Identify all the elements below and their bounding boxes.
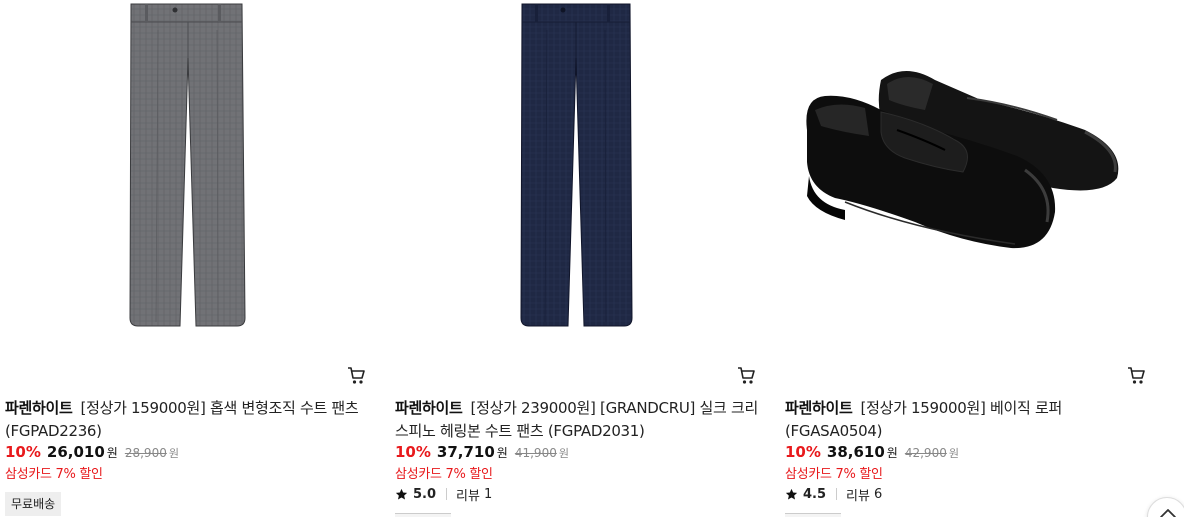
- star-icon: [395, 488, 408, 500]
- grey-suit-pants-image: [129, 3, 246, 327]
- rating-score: 4.5: [803, 486, 827, 502]
- brand-name: 파렌하이트: [785, 399, 853, 417]
- divider: [446, 488, 448, 500]
- original-price-unit: 원: [558, 447, 569, 460]
- review-count: 1: [483, 486, 493, 502]
- original-price: 41,900: [514, 446, 557, 460]
- product-image[interactable]: [5, 0, 375, 345]
- product-card[interactable]: 파렌하이트 [정상가 159000원] 홉색 변형조직 수트 팬츠 (FGPAD2…: [5, 0, 375, 517]
- discount-rate: 10%: [395, 443, 431, 461]
- review-label: 리뷰: [846, 488, 870, 504]
- cart-button[interactable]: [735, 364, 757, 386]
- sale-price: 37,710: [436, 443, 495, 461]
- review-count: 6: [873, 486, 883, 502]
- price-unit: 원: [886, 446, 898, 460]
- black-loafers-image: [806, 71, 1119, 249]
- rating-row: 4.5 리뷰 6: [785, 485, 883, 504]
- discount-rate: 10%: [5, 443, 41, 461]
- badge-peek: [395, 513, 451, 517]
- divider: [836, 488, 838, 500]
- product-title[interactable]: 파렌하이트 [정상가 159000원] 베이직 로퍼 (FGASA0504): [785, 397, 1153, 443]
- price-row: 10% 37,710 원 41,900 원: [395, 443, 569, 463]
- price-unit: 원: [106, 446, 118, 460]
- product-card[interactable]: 파렌하이트 [정상가 239000원] [GRANDCRU] 실크 크리스피노 헤…: [395, 0, 765, 517]
- free-shipping-badge: 무료배송: [5, 492, 62, 516]
- brand-name: 파렌하이트: [395, 399, 463, 417]
- discount-rate: 10%: [785, 443, 821, 461]
- card-promo: 삼성카드 7% 할인: [395, 467, 493, 482]
- sale-price: 26,010: [46, 443, 105, 461]
- product-grid: 파렌하이트 [정상가 159000원] 홉색 변형조직 수트 팬츠 (FGPAD2…: [0, 0, 1184, 517]
- product-title[interactable]: 파렌하이트 [정상가 239000원] [GRANDCRU] 실크 크리스피노 헤…: [395, 397, 763, 443]
- original-price: 28,900: [124, 446, 167, 460]
- cart-button[interactable]: [1125, 364, 1147, 386]
- badge-peek: [785, 513, 841, 517]
- card-promo: 삼성카드 7% 할인: [785, 467, 883, 482]
- original-price: 42,900: [904, 446, 947, 460]
- price-row: 10% 38,610 원 42,900 원: [785, 443, 959, 463]
- cart-button[interactable]: [345, 364, 367, 386]
- cart-icon: [348, 367, 365, 384]
- review-label: 리뷰: [456, 488, 480, 504]
- cart-icon: [738, 367, 755, 384]
- chevron-up-icon: [1160, 509, 1176, 517]
- star-icon: [785, 488, 798, 500]
- rating-score: 5.0: [413, 486, 437, 502]
- rating-row: 5.0 리뷰 1: [395, 485, 493, 504]
- cart-icon: [1128, 367, 1145, 384]
- product-image[interactable]: [785, 0, 1155, 345]
- original-price-unit: 원: [948, 447, 959, 460]
- price-row: 10% 26,010 원 28,900 원: [5, 443, 179, 463]
- product-title[interactable]: 파렌하이트 [정상가 159000원] 홉색 변형조직 수트 팬츠 (FGPAD2…: [5, 397, 373, 443]
- original-price-unit: 원: [168, 447, 179, 460]
- price-unit: 원: [496, 446, 508, 460]
- navy-suit-pants-image: [520, 3, 633, 327]
- sale-price: 38,610: [826, 443, 885, 461]
- product-image[interactable]: [395, 0, 765, 345]
- card-promo: 삼성카드 7% 할인: [5, 467, 103, 482]
- brand-name: 파렌하이트: [5, 399, 73, 417]
- product-card[interactable]: 파렌하이트 [정상가 159000원] 베이직 로퍼 (FGASA0504) 10…: [785, 0, 1155, 517]
